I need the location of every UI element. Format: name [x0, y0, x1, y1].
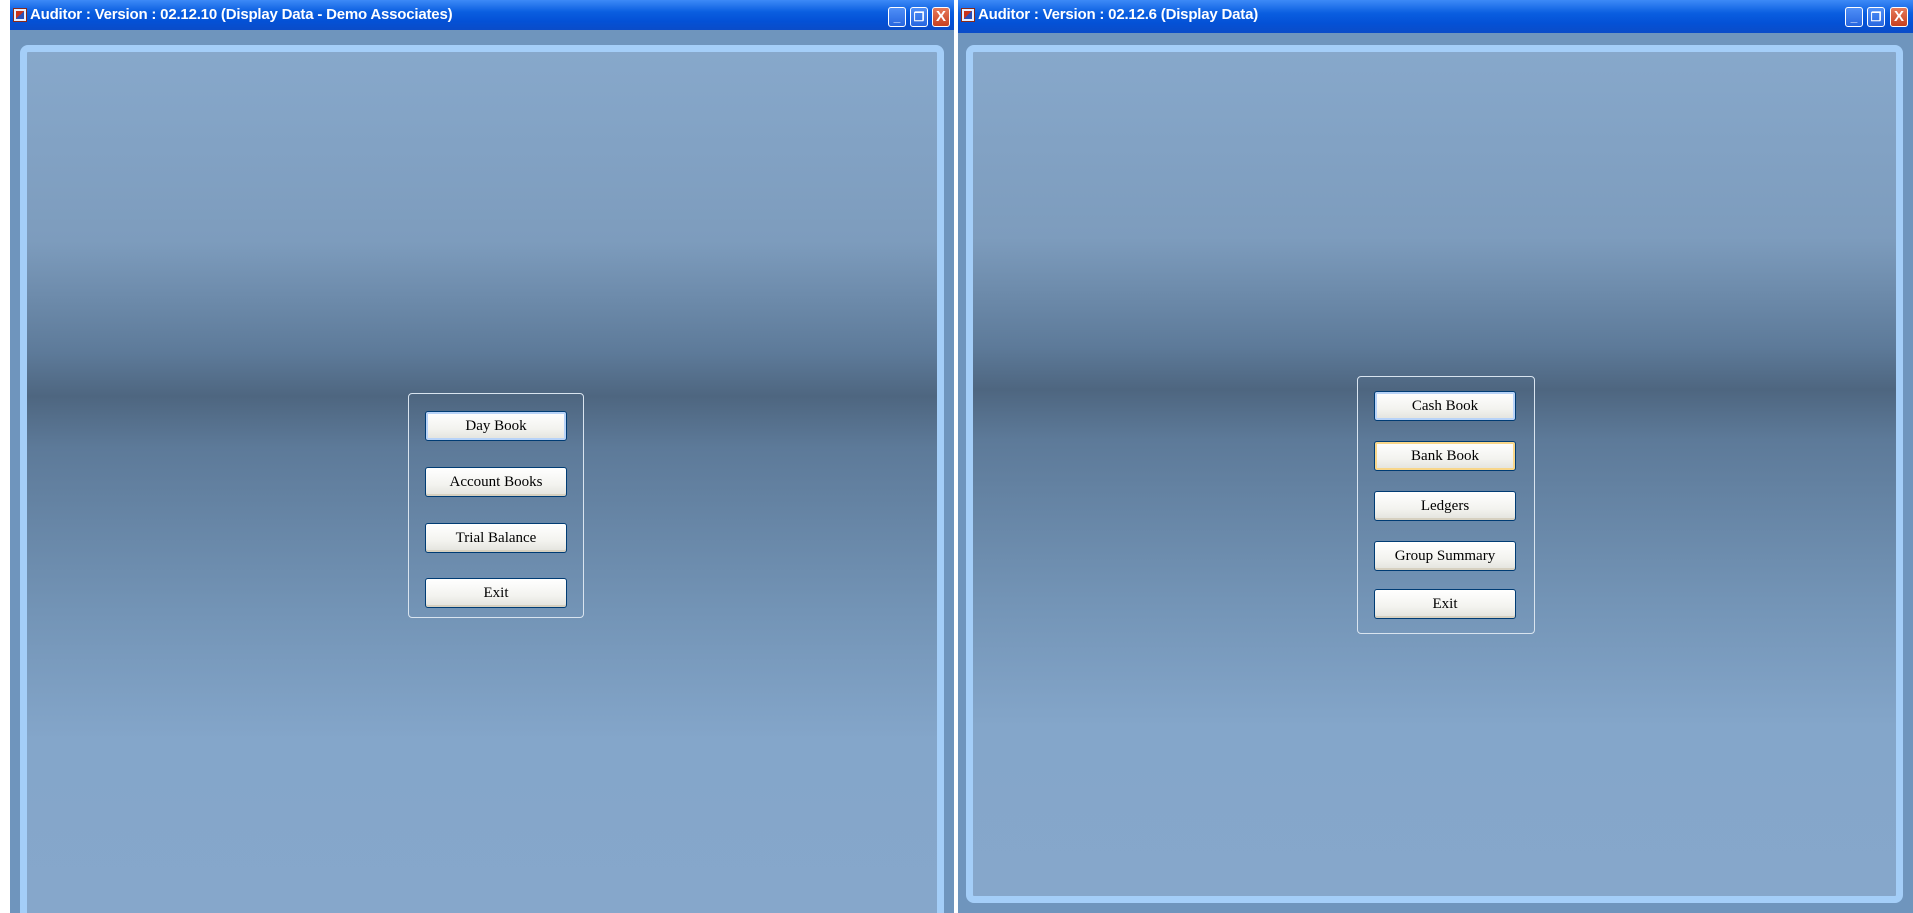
- bank-book-button[interactable]: Bank Book: [1374, 441, 1516, 471]
- app-icon: [961, 8, 975, 22]
- minimize-button[interactable]: _: [1845, 7, 1863, 27]
- left-menu-group: Day Book Account Books Trial Balance Exi…: [408, 393, 584, 618]
- left-window: Auditor : Version : 02.12.10 (Display Da…: [10, 0, 954, 913]
- right-main-panel: Cash Book Bank Book Ledgers Group Summar…: [966, 45, 1903, 903]
- group-summary-button[interactable]: Group Summary: [1374, 541, 1516, 571]
- trial-balance-button[interactable]: Trial Balance: [425, 523, 567, 553]
- close-button[interactable]: X: [1890, 7, 1908, 27]
- restore-button[interactable]: ❐: [1867, 7, 1885, 27]
- exit-button[interactable]: Exit: [1374, 589, 1516, 619]
- left-window-title: Auditor : Version : 02.12.10 (Display Da…: [30, 6, 453, 23]
- right-title-bar[interactable]: Auditor : Version : 02.12.6 (Display Dat…: [958, 0, 1913, 33]
- right-menu-group: Cash Book Bank Book Ledgers Group Summar…: [1357, 376, 1535, 634]
- left-title-bar[interactable]: Auditor : Version : 02.12.10 (Display Da…: [10, 0, 954, 30]
- exit-button[interactable]: Exit: [425, 578, 567, 608]
- cash-book-button[interactable]: Cash Book: [1374, 391, 1516, 421]
- ledgers-button[interactable]: Ledgers: [1374, 491, 1516, 521]
- right-window-title: Auditor : Version : 02.12.6 (Display Dat…: [978, 6, 1259, 23]
- account-books-button[interactable]: Account Books: [425, 467, 567, 497]
- restore-button[interactable]: ❐: [910, 7, 928, 27]
- left-main-panel: Day Book Account Books Trial Balance Exi…: [20, 45, 944, 913]
- app-icon: [13, 8, 27, 22]
- minimize-button[interactable]: _: [888, 7, 906, 27]
- day-book-button[interactable]: Day Book: [425, 411, 567, 441]
- close-button[interactable]: X: [932, 7, 950, 27]
- right-window: Auditor : Version : 02.12.6 (Display Dat…: [958, 0, 1913, 913]
